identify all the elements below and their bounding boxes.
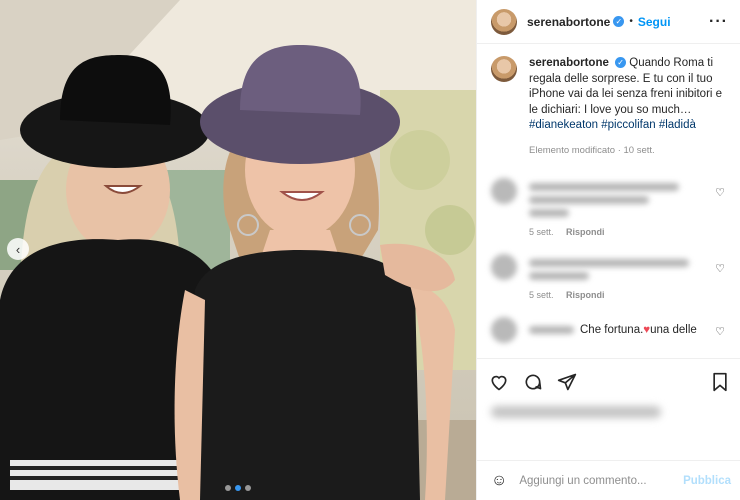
author-username[interactable]: serenabortone — [527, 15, 610, 29]
caption-username[interactable]: serenabortone — [529, 57, 609, 69]
follow-button[interactable]: Segui — [638, 15, 671, 29]
post-actions — [477, 358, 740, 404]
comment-icon[interactable] — [523, 372, 543, 392]
comment-time: 5 sett. — [529, 290, 554, 300]
carousel-dot — [245, 485, 251, 491]
heart-icon[interactable] — [489, 372, 509, 392]
post-side-panel: serenabortone ✓ • Segui ··· serenaborton… — [476, 0, 740, 500]
more-icon[interactable]: ··· — [709, 13, 728, 31]
post-header: serenabortone ✓ • Segui ··· — [477, 0, 740, 44]
caption-author-avatar[interactable] — [491, 56, 517, 82]
comment-like-icon[interactable]: ♡ — [715, 325, 725, 338]
carousel-prev-button[interactable]: ‹ — [7, 238, 29, 260]
comment-item: 5 sett. Rispondi ♡ — [491, 178, 727, 237]
blurred-comment-text — [529, 183, 679, 191]
hashtag-link[interactable]: #piccolifan — [601, 119, 655, 131]
carousel-dot — [225, 485, 231, 491]
comment-text-start: Che fortuna. — [580, 324, 644, 336]
header-separator: • — [629, 16, 633, 27]
carousel-indicator — [0, 485, 476, 491]
blurred-comment-text — [529, 209, 569, 217]
comment-time: 5 sett. — [529, 227, 554, 237]
comment-text: Che fortuna.♥una delle — [580, 324, 697, 336]
comments-section[interactable]: serenabortone ✓ Quando Roma ti regala de… — [477, 44, 740, 358]
comment-meta: 5 sett. Rispondi — [529, 290, 704, 300]
blurred-comment-text — [529, 196, 649, 204]
add-comment-bar: ☺ Pubblica — [477, 460, 740, 500]
post-photo[interactable]: ‹ — [0, 0, 476, 500]
comment-like-icon[interactable]: ♡ — [715, 262, 725, 275]
comment-item: 5 sett. Rispondi ♡ — [491, 254, 727, 300]
comment-body: 5 sett. Rispondi — [529, 178, 704, 237]
commenter-avatar[interactable] — [491, 178, 517, 204]
reply-button[interactable]: Rispondi — [566, 227, 605, 237]
reply-button[interactable]: Rispondi — [566, 290, 605, 300]
commenter-avatar[interactable] — [491, 254, 517, 280]
carousel-dot — [235, 485, 241, 491]
comment-input[interactable] — [519, 474, 670, 487]
author-avatar[interactable] — [491, 8, 517, 35]
caption-text-block: serenabortone ✓ Quando Roma ti regala de… — [529, 56, 724, 158]
chevron-left-icon: ‹ — [15, 241, 21, 257]
blurred-comment-text — [529, 272, 589, 280]
hashtag-link[interactable]: #dianekeaton — [529, 119, 598, 131]
comment-item: Che fortuna.♥una delle ♡ — [491, 317, 727, 343]
blurred-comment-text — [529, 259, 689, 267]
blurred-likes — [491, 406, 661, 418]
comment-like-icon[interactable]: ♡ — [715, 186, 725, 199]
hashtag-link[interactable]: #ladidà — [659, 119, 696, 131]
publish-button[interactable]: Pubblica — [683, 475, 731, 487]
comment-text-end: una delle — [650, 324, 697, 336]
verified-badge-icon: ✓ — [615, 57, 627, 69]
bookmark-icon[interactable] — [711, 372, 729, 392]
caption-meta: Elemento modificato · 10 sett. — [529, 144, 655, 156]
comment-body: Che fortuna.♥una delle — [529, 317, 704, 343]
comment-body: 5 sett. Rispondi — [529, 254, 704, 300]
post-caption: serenabortone ✓ Quando Roma ti regala de… — [491, 56, 727, 158]
share-icon[interactable] — [557, 372, 577, 392]
commenter-avatar[interactable] — [491, 317, 517, 343]
comment-meta: 5 sett. Rispondi — [529, 227, 704, 237]
photo-illustration — [0, 0, 476, 500]
emoji-icon[interactable]: ☺ — [491, 472, 507, 490]
blurred-username — [529, 326, 574, 334]
verified-badge-icon: ✓ — [613, 16, 625, 27]
